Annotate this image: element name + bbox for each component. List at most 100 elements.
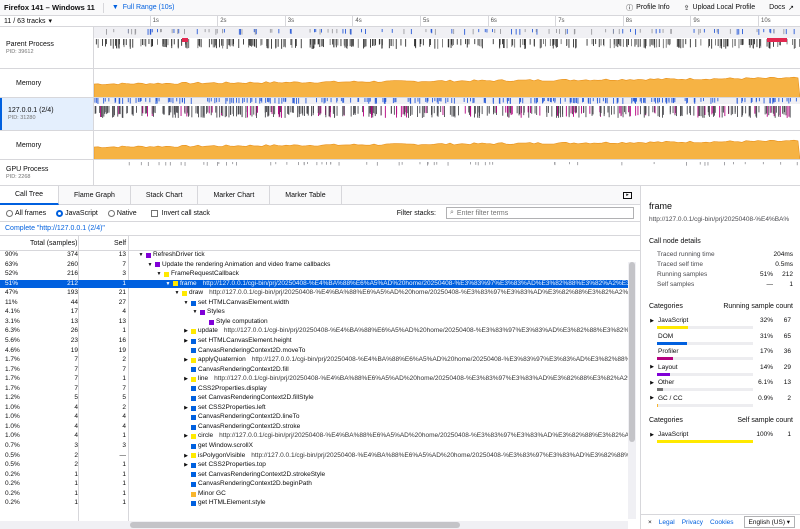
calltree-row[interactable]: 0.2% 1 1 get HTMLElement.style: [0, 499, 628, 508]
function-cell[interactable]: ▼ set HTMLCanvasElement.width: [183, 299, 628, 308]
calltree-row[interactable]: 4.1% 17 4 ▼ Styles: [0, 308, 628, 317]
function-cell[interactable]: ▼ FrameRequestCallback: [156, 270, 628, 279]
track-label[interactable]: GPU Process PID: 2268: [0, 160, 94, 185]
category-row[interactable]: DOM 31% 65: [649, 333, 793, 347]
javascript-radio[interactable]: JavaScript: [56, 209, 98, 217]
function-cell[interactable]: CSS2Properties.display: [183, 385, 628, 394]
function-cell[interactable]: ▶ circle http://127.0.0.1/cgi-bin/prj/2025…: [183, 432, 628, 441]
app-title[interactable]: Firefox 141 – Windows 11: [0, 3, 95, 12]
calltree-row[interactable]: 4.6% 19 19 CanvasRenderingContext2D.moveTo: [0, 347, 628, 356]
collapsed-twisty-icon[interactable]: ▶: [649, 432, 655, 438]
calltree-row[interactable]: 1.7% 7 7 CSS2Properties.display: [0, 385, 628, 394]
function-cell[interactable]: CanvasRenderingContext2D.lineTo: [183, 413, 628, 422]
calltree-row[interactable]: 0.7% 3 3 get Window.scrollX: [0, 442, 628, 451]
track-content-process[interactable]: 127.0.0.1 (2/4) PID: 31280: [0, 98, 800, 131]
track-graph[interactable]: [94, 98, 800, 130]
native-radio[interactable]: Native: [107, 209, 137, 217]
function-cell[interactable]: CanvasRenderingContext2D.stroke: [183, 423, 628, 432]
function-cell[interactable]: Style computation: [201, 318, 628, 327]
function-cell[interactable]: CanvasRenderingContext2D.fill: [183, 366, 628, 375]
tab-stack-chart[interactable]: Stack Chart: [131, 186, 199, 205]
calltree-row[interactable]: 63% 260 7 ▼ Update the rendering Animation a…: [0, 261, 628, 270]
function-cell[interactable]: ▶ set CSS2Properties.left: [183, 404, 628, 413]
calltree-row[interactable]: 1.7% 7 2 ▶ applyQuaternion http://127.0.0.1/c…: [0, 356, 628, 365]
track-label[interactable]: Memory: [0, 131, 94, 159]
collapsed-twisty-icon[interactable]: ▶: [649, 364, 655, 370]
profile-info-button[interactable]: ⓘ Profile Info: [626, 3, 669, 13]
memory-graph[interactable]: [94, 131, 800, 159]
calltree-row[interactable]: 0.5% 2 1 ▶ set CSS2Properties.top: [0, 461, 628, 470]
function-cell[interactable]: Minor GC: [183, 490, 628, 499]
function-cell[interactable]: CanvasRenderingContext2D.beginPath: [183, 480, 628, 489]
function-cell[interactable]: ▶ set HTMLCanvasElement.height: [183, 337, 628, 346]
function-cell[interactable]: ▼ RefreshDriver tick: [138, 251, 628, 260]
expanded-twisty-icon[interactable]: ▼: [183, 299, 189, 308]
track-label[interactable]: Memory: [0, 69, 94, 97]
privacy-link[interactable]: Privacy: [682, 519, 703, 526]
function-cell[interactable]: set CanvasRenderingContext2D.strokeStyle: [183, 471, 628, 480]
calltree-row[interactable]: 0.2% 1 1 set CanvasRenderingContext2D.strok…: [0, 471, 628, 480]
calltree-row[interactable]: 90% 374 13 ▼ RefreshDriver tick: [0, 251, 628, 260]
timeline-ruler[interactable]: 1s 2s 3s 4s 5s 6s 7s 8s 9s 10s: [94, 16, 800, 27]
function-cell[interactable]: set CanvasRenderingContext2D.fillStyle: [183, 394, 628, 403]
calltree-row[interactable]: 1.7% 7 1 ▶ line http://127.0.0.1/cgi-bin/prj/…: [0, 375, 628, 384]
scrollbar-thumb[interactable]: [629, 262, 635, 442]
docs-link[interactable]: Docs ↗: [769, 3, 794, 13]
memory-graph[interactable]: [94, 69, 800, 97]
expanded-twisty-icon[interactable]: ▼: [174, 289, 180, 298]
cookies-link[interactable]: Cookies: [710, 519, 733, 526]
category-row[interactable]: ▶ JavaScript 100% 1: [649, 431, 793, 445]
collapsed-twisty-icon[interactable]: ▶: [183, 404, 189, 413]
collapsed-twisty-icon[interactable]: ▶: [183, 375, 189, 384]
calltree-row[interactable]: 1.7% 7 7 CanvasRenderingContext2D.fill: [0, 366, 628, 375]
calltree-row[interactable]: 1.0% 4 2 ▶ set CSS2Properties.left: [0, 404, 628, 413]
filter-input[interactable]: ⌕ Enter filter terms: [446, 207, 634, 219]
calltree-row[interactable]: 1.2% 5 5 set CanvasRenderingContext2D.fillS…: [0, 394, 628, 403]
collapsed-twisty-icon[interactable]: ▶: [649, 318, 655, 324]
function-cell[interactable]: get HTMLElement.style: [183, 499, 628, 508]
call-tree[interactable]: 90% 374 13 ▼ RefreshDriver tick 63% 260 7 ▼ Updat…: [0, 251, 640, 529]
expanded-twisty-icon[interactable]: ▼: [165, 280, 171, 289]
collapsed-twisty-icon[interactable]: ▶: [183, 452, 189, 461]
collapsed-twisty-icon[interactable]: ▶: [183, 432, 189, 441]
expanded-twisty-icon[interactable]: ▼: [138, 251, 144, 260]
function-cell[interactable]: ▶ isPolygonVisible http://127.0.0.1/cgi-bi…: [183, 452, 628, 461]
range-breadcrumb[interactable]: ▼ Full Range (10s): [112, 4, 175, 11]
breadcrumb[interactable]: Complete "http://127.0.0.1 (2/4)": [0, 222, 640, 236]
function-cell[interactable]: ▼ frame http://127.0.0.1/cgi-bin/prj/20250…: [165, 280, 628, 289]
calltree-row[interactable]: 1.0% 4 4 CanvasRenderingContext2D.lineTo: [0, 413, 628, 422]
function-cell[interactable]: ▼ Styles: [192, 308, 628, 317]
calltree-row[interactable]: 1.0% 4 4 CanvasRenderingContext2D.stroke: [0, 423, 628, 432]
track-graph[interactable]: [94, 160, 800, 185]
collapsed-twisty-icon[interactable]: ▶: [183, 337, 189, 346]
category-row[interactable]: ▶ Other 6.1% 13: [649, 379, 793, 393]
track-parent-memory[interactable]: Memory: [0, 69, 800, 98]
track-label[interactable]: 127.0.0.1 (2/4) PID: 31280: [0, 98, 94, 130]
collapsed-twisty-icon[interactable]: ▶: [649, 395, 655, 401]
track-gpu-process[interactable]: GPU Process PID: 2268: [0, 160, 800, 186]
tracks-dropdown[interactable]: 11 / 63 tracks ▾: [0, 16, 94, 27]
collapsed-twisty-icon[interactable]: ▶: [183, 356, 189, 365]
calltree-row[interactable]: 3.1% 13 13 Style computation: [0, 318, 628, 327]
expanded-twisty-icon[interactable]: ▼: [147, 261, 153, 270]
tab-marker-chart[interactable]: Marker Chart: [198, 186, 271, 205]
function-cell[interactable]: get Window.scrollX: [183, 442, 628, 451]
sidebar-toggle-button[interactable]: ▸: [623, 186, 640, 204]
horizontal-scrollbar-thumb[interactable]: [130, 522, 460, 528]
function-cell[interactable]: ▶ set CSS2Properties.top: [183, 461, 628, 470]
calltree-row[interactable]: 0.2% 1 1 CanvasRenderingContext2D.beginPath: [0, 480, 628, 489]
track-graph[interactable]: [94, 27, 800, 68]
collapsed-twisty-icon[interactable]: ▶: [183, 327, 189, 336]
calltree-row[interactable]: 5.6% 23 16 ▶ set HTMLCanvasElement.height: [0, 337, 628, 346]
collapsed-twisty-icon[interactable]: ▶: [183, 461, 189, 470]
calltree-row[interactable]: 52% 216 3 ▼ FrameRequestCallback: [0, 270, 628, 279]
calltree-row[interactable]: 47% 193 21 ▼ draw http://127.0.0.1/cgi-bin/pr…: [0, 289, 628, 298]
tab-marker-table[interactable]: Marker Table: [270, 186, 342, 205]
tab-call-tree[interactable]: Call Tree: [0, 186, 60, 205]
function-cell[interactable]: CanvasRenderingContext2D.moveTo: [183, 347, 628, 356]
category-row[interactable]: ▶ GC / CC 0.9% 2: [649, 395, 793, 409]
function-cell[interactable]: ▶ line http://127.0.0.1/cgi-bin/prj/202504…: [183, 375, 628, 384]
upload-button[interactable]: ⇪ Upload Local Profile: [684, 3, 756, 13]
track-content-memory[interactable]: Memory: [0, 131, 800, 160]
function-cell[interactable]: ▶ update http://127.0.0.1/cgi-bin/prj/2025…: [183, 327, 628, 336]
